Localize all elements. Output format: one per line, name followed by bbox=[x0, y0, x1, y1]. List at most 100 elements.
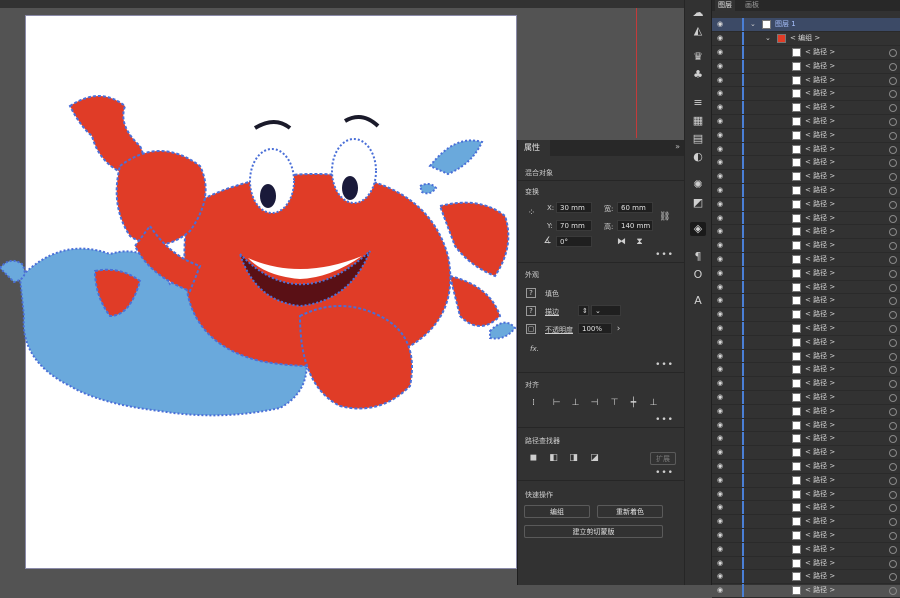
visibility-eye-icon[interactable]: ◉ bbox=[717, 158, 725, 166]
path-name[interactable]: < 路径 > bbox=[805, 170, 835, 183]
path-row[interactable]: ◉ < 路径 > bbox=[712, 211, 900, 226]
visibility-eye-icon[interactable]: ◉ bbox=[717, 255, 725, 263]
visibility-eye-icon[interactable]: ◉ bbox=[717, 559, 725, 567]
target-circle-icon[interactable] bbox=[889, 159, 897, 168]
visibility-eye-icon[interactable]: ◉ bbox=[717, 62, 725, 70]
stroke-swatch[interactable]: ? bbox=[526, 306, 536, 316]
path-name[interactable]: < 路径 > bbox=[805, 391, 835, 404]
path-row[interactable]: ◉ < 路径 > bbox=[712, 473, 900, 488]
target-circle-icon[interactable] bbox=[889, 200, 897, 209]
visibility-eye-icon[interactable]: ◉ bbox=[717, 227, 725, 235]
visibility-eye-icon[interactable]: ◉ bbox=[717, 365, 725, 373]
path-row[interactable]: ◉ < 路径 > bbox=[712, 294, 900, 309]
path-name[interactable]: < 路径 > bbox=[805, 253, 835, 266]
path-name[interactable]: < 路径 > bbox=[805, 446, 835, 459]
visibility-eye-icon[interactable]: ◉ bbox=[717, 517, 725, 525]
visibility-eye-icon[interactable]: ◉ bbox=[717, 393, 725, 401]
path-row[interactable]: ◉ < 路径 > bbox=[712, 363, 900, 378]
path-row[interactable]: ◉ < 路径 > bbox=[712, 529, 900, 543]
visibility-eye-icon[interactable]: ◉ bbox=[717, 172, 725, 180]
path-name[interactable]: < 路径 > bbox=[805, 501, 835, 514]
path-name[interactable]: < 路径 > bbox=[805, 281, 835, 294]
target-circle-icon[interactable] bbox=[889, 76, 897, 85]
angle-field[interactable]: 0° bbox=[556, 236, 592, 247]
visibility-eye-icon[interactable]: ◉ bbox=[717, 269, 725, 277]
visibility-eye-icon[interactable]: ◉ bbox=[717, 324, 725, 332]
align-top-icon[interactable]: ⊤ bbox=[609, 398, 620, 409]
visibility-eye-icon[interactable]: ◉ bbox=[717, 20, 725, 28]
target-circle-icon[interactable] bbox=[889, 407, 897, 416]
crab-artwork[interactable] bbox=[0, 16, 576, 593]
align-bottom-icon[interactable]: ⊥ bbox=[648, 398, 659, 409]
path-row[interactable]: ◉ < 路径 > bbox=[712, 542, 900, 557]
x-field[interactable]: 30 mm bbox=[556, 202, 592, 213]
visibility-eye-icon[interactable]: ◉ bbox=[717, 545, 725, 553]
path-row[interactable]: ◉ < 路径 > bbox=[712, 460, 900, 474]
visibility-eye-icon[interactable]: ◉ bbox=[717, 338, 725, 346]
path-name[interactable]: < 路径 > bbox=[805, 198, 835, 211]
visibility-eye-icon[interactable]: ◉ bbox=[717, 434, 725, 442]
visibility-eye-icon[interactable]: ◉ bbox=[717, 407, 725, 415]
path-name[interactable]: < 路径 > bbox=[805, 419, 835, 432]
visibility-eye-icon[interactable]: ◉ bbox=[717, 310, 725, 318]
path-name[interactable]: < 路径 > bbox=[805, 570, 835, 583]
target-circle-icon[interactable] bbox=[889, 490, 897, 499]
visibility-eye-icon[interactable]: ◉ bbox=[717, 76, 725, 84]
path-name[interactable]: < 路径 > bbox=[805, 101, 835, 114]
target-circle-icon[interactable] bbox=[889, 242, 897, 251]
path-name[interactable]: < 路径 > bbox=[805, 515, 835, 528]
target-circle-icon[interactable] bbox=[889, 131, 897, 140]
paintbrush-icon[interactable]: ♛ bbox=[690, 50, 706, 64]
target-circle-icon[interactable] bbox=[889, 90, 897, 99]
target-circle-icon[interactable] bbox=[889, 504, 897, 513]
transparency-icon[interactable]: ◐ bbox=[690, 150, 706, 164]
path-name[interactable]: < 路径 > bbox=[805, 363, 835, 376]
path-row[interactable]: ◉ < 路径 > bbox=[712, 432, 900, 447]
visibility-eye-icon[interactable]: ◉ bbox=[717, 186, 725, 194]
path-row[interactable]: ◉ < 路径 > bbox=[712, 404, 900, 419]
group-name[interactable]: < 编组 > bbox=[790, 32, 820, 45]
path-row[interactable]: ◉ < 路径 > bbox=[712, 487, 900, 502]
path-row[interactable]: ◉ < 路径 > bbox=[712, 322, 900, 336]
path-row[interactable]: ◉ < 路径 > bbox=[712, 280, 900, 295]
fill-swatch[interactable]: ? bbox=[526, 288, 536, 298]
path-row[interactable]: ◉ < 路径 > bbox=[712, 197, 900, 212]
target-circle-icon[interactable] bbox=[889, 394, 897, 402]
target-circle-icon[interactable] bbox=[889, 49, 897, 57]
link-icon[interactable]: ⛓ bbox=[659, 212, 670, 223]
path-row[interactable]: ◉ < 路径 > bbox=[712, 142, 900, 157]
visibility-eye-icon[interactable]: ◉ bbox=[717, 200, 725, 208]
stroke-label[interactable]: 描边 bbox=[545, 307, 559, 317]
target-circle-icon[interactable] bbox=[889, 338, 897, 347]
align-right-icon[interactable]: ⊣ bbox=[589, 398, 600, 409]
chevron-down-icon[interactable]: ⌄ bbox=[750, 18, 756, 31]
layer-row[interactable]: ◉ ⌄ 图层 1 bbox=[712, 18, 900, 32]
target-circle-icon[interactable] bbox=[889, 587, 897, 596]
path-row[interactable]: ◉ < 路径 > bbox=[712, 115, 900, 129]
align-to-icon[interactable]: ⁞ bbox=[528, 398, 539, 409]
target-circle-icon[interactable] bbox=[889, 532, 897, 540]
flip-vertical-icon[interactable]: ⧗ bbox=[634, 237, 645, 248]
opacity-label[interactable]: 不透明度 bbox=[545, 325, 573, 335]
visibility-eye-icon[interactable]: ◉ bbox=[717, 352, 725, 360]
flip-horizontal-icon[interactable]: ⧓ bbox=[616, 237, 627, 248]
make-clipping-mask-button[interactable]: 建立剪切蒙版 bbox=[524, 525, 663, 538]
visibility-eye-icon[interactable]: ◉ bbox=[717, 283, 725, 291]
target-circle-icon[interactable] bbox=[889, 187, 897, 195]
path-row[interactable]: ◉ < 路径 > bbox=[712, 170, 900, 184]
edit-group-button[interactable]: 编组 bbox=[524, 505, 590, 518]
visibility-eye-icon[interactable]: ◉ bbox=[717, 241, 725, 249]
target-circle-icon[interactable] bbox=[889, 463, 897, 471]
appearance-more-icon[interactable]: ••• bbox=[655, 360, 674, 370]
visibility-eye-icon[interactable]: ◉ bbox=[717, 214, 725, 222]
visibility-eye-icon[interactable]: ◉ bbox=[717, 89, 725, 97]
visibility-eye-icon[interactable]: ◉ bbox=[717, 421, 725, 429]
visibility-eye-icon[interactable]: ◉ bbox=[717, 34, 725, 42]
path-name[interactable]: < 路径 > bbox=[805, 115, 835, 128]
target-circle-icon[interactable] bbox=[889, 297, 897, 306]
path-row[interactable]: ◉ < 路径 > bbox=[712, 349, 900, 364]
path-row[interactable]: ◉ < 路径 > bbox=[712, 156, 900, 171]
visibility-eye-icon[interactable]: ◉ bbox=[717, 296, 725, 304]
path-name[interactable]: < 路径 > bbox=[805, 557, 835, 570]
path-row[interactable]: ◉ < 路径 > bbox=[712, 184, 900, 198]
